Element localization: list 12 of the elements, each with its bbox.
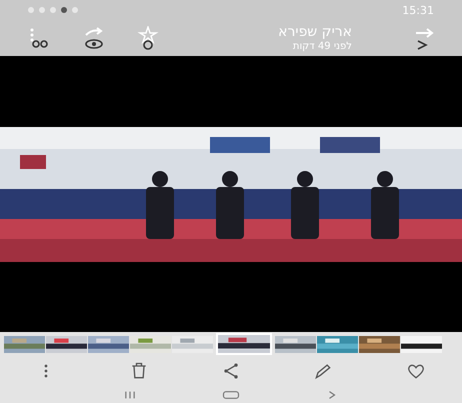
share-eye-icon[interactable] xyxy=(82,26,106,50)
home-icon[interactable] xyxy=(220,390,241,400)
thumbnail[interactable] xyxy=(275,336,316,352)
star-icon[interactable] xyxy=(136,26,160,50)
thumbnail[interactable] xyxy=(4,336,45,352)
thumbnail[interactable] xyxy=(88,336,129,352)
thumbnail[interactable] xyxy=(317,336,358,352)
thumbnail[interactable] xyxy=(401,336,442,352)
thumbnail[interactable] xyxy=(46,336,87,352)
thumbnail[interactable] xyxy=(216,333,272,355)
thumbnail[interactable] xyxy=(172,336,213,352)
thumbnail[interactable] xyxy=(359,336,400,352)
